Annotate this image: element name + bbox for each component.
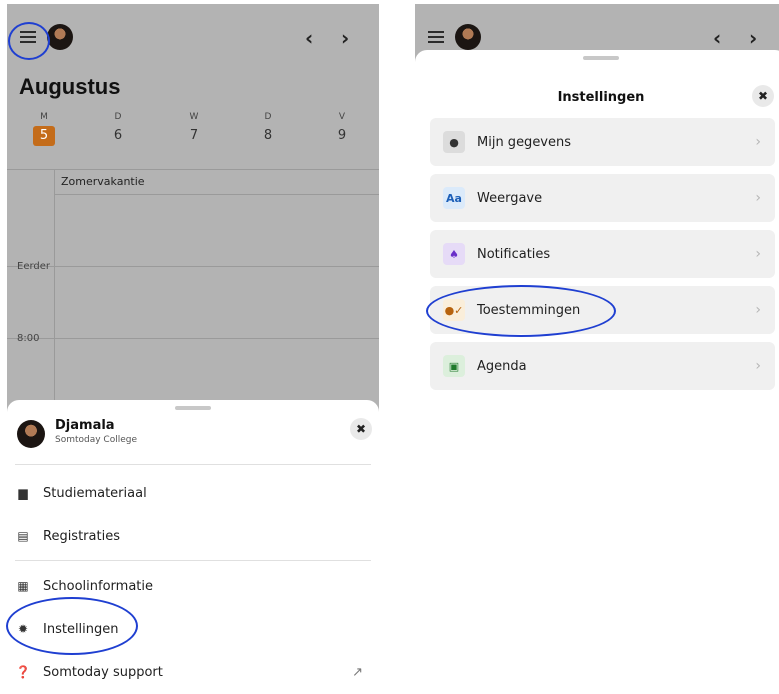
day-letter: V (338, 112, 346, 122)
list-icon: ▤ (17, 529, 29, 543)
day-column[interactable]: M 5 (29, 112, 59, 146)
user-name: Djamala (55, 418, 115, 433)
day-number: 9 (337, 128, 347, 143)
previous-week-button[interactable]: ‹ (713, 26, 721, 50)
menu-item-somtoday-support[interactable]: ❓ Somtoday support ↗ (15, 657, 371, 687)
chevron-right-icon: › (755, 246, 761, 262)
close-button[interactable]: ✖ (752, 85, 774, 107)
chevron-right-icon: › (755, 134, 761, 150)
day-number: 5 (33, 126, 55, 146)
day-letter: D (114, 112, 122, 122)
day-number: 6 (113, 128, 123, 143)
settings-item-agenda[interactable]: ▣ Agenda › (430, 342, 775, 390)
divider (7, 266, 379, 267)
drag-handle[interactable] (583, 56, 619, 60)
day-letter: M (40, 112, 48, 122)
chevron-right-icon: › (755, 190, 761, 206)
chevron-right-icon: › (755, 358, 761, 374)
settings-item-mijn-gegevens[interactable]: ● Mijn gegevens › (430, 118, 775, 166)
settings-item-label: Mijn gegevens (477, 134, 572, 150)
sheet-title: Instellingen (557, 90, 645, 105)
divider (15, 560, 371, 561)
external-link-icon: ↗ (352, 664, 363, 680)
right-screen: ‹ › Instellingen ✖ ● Mijn gegevens › Aa … (415, 4, 779, 694)
divider (7, 338, 379, 339)
week-days: M 5 D 6 W 7 D 8 V 9 (7, 112, 379, 160)
highlight-ring-toestemmingen (426, 285, 616, 337)
book-icon: ▆ (18, 486, 28, 500)
settings-item-label: Agenda (477, 358, 527, 374)
menu-item-registraties[interactable]: ▤ Registraties (15, 521, 371, 551)
highlight-ring-instellingen (6, 597, 138, 655)
settings-item-label: Notificaties (477, 246, 551, 262)
highlight-ring-menu (8, 22, 50, 60)
settings-item-weergave[interactable]: Aa Weergave › (430, 174, 775, 222)
all-day-event[interactable]: Zomervakantie (61, 175, 145, 188)
menu-item-label: Schoolinformatie (43, 578, 153, 594)
text-size-icon: Aa (443, 187, 465, 209)
bell-icon: ♠ (443, 243, 465, 265)
close-icon: ✖ (355, 422, 367, 436)
day-letter: W (189, 112, 199, 122)
school-icon: ▦ (17, 579, 29, 593)
close-icon: ✖ (757, 89, 769, 103)
left-screen: ‹ › Augustus M 5 D 6 W 7 D 8 V 9 Zomerva… (7, 4, 379, 694)
divider (7, 169, 379, 170)
settings-item-label: Weergave (477, 190, 543, 206)
day-column[interactable]: V 9 (327, 112, 357, 143)
drag-handle[interactable] (175, 406, 211, 410)
day-number: 7 (189, 128, 199, 143)
divider (15, 464, 371, 465)
day-column[interactable]: W 7 (179, 112, 209, 143)
next-week-button[interactable]: › (341, 26, 349, 50)
close-button[interactable]: ✖ (350, 418, 372, 440)
menu-item-studiemateriaal[interactable]: ▆ Studiemateriaal (15, 478, 371, 508)
avatar[interactable] (455, 24, 481, 50)
day-column[interactable]: D 8 (253, 112, 283, 143)
day-letter: D (264, 112, 272, 122)
chevron-right-icon: › (755, 302, 761, 318)
hamburger-icon (428, 31, 444, 43)
help-icon: ❓ (15, 665, 31, 679)
month-title: Augustus (19, 74, 121, 99)
day-number: 8 (263, 128, 273, 143)
settings-item-notificaties[interactable]: ♠ Notificaties › (430, 230, 775, 278)
divider (54, 194, 379, 195)
previous-week-button[interactable]: ‹ (305, 26, 313, 50)
avatar[interactable] (47, 24, 73, 50)
top-bar: ‹ › (7, 4, 379, 74)
user-avatar (17, 420, 45, 448)
menu-item-label: Registraties (43, 528, 120, 544)
menu-item-label: Somtoday support (43, 664, 163, 680)
person-icon: ● (443, 131, 465, 153)
time-label: Eerder (17, 261, 51, 272)
menu-button[interactable] (423, 24, 449, 50)
next-week-button[interactable]: › (749, 26, 757, 50)
menu-item-label: Studiemateriaal (43, 485, 147, 501)
day-column[interactable]: D 6 (103, 112, 133, 143)
user-school: Somtoday College (55, 435, 138, 445)
time-label: 8:00 (17, 333, 40, 344)
calendar-icon: ▣ (443, 355, 465, 377)
settings-sheet: Instellingen ✖ ● Mijn gegevens › Aa Weer… (415, 50, 779, 694)
